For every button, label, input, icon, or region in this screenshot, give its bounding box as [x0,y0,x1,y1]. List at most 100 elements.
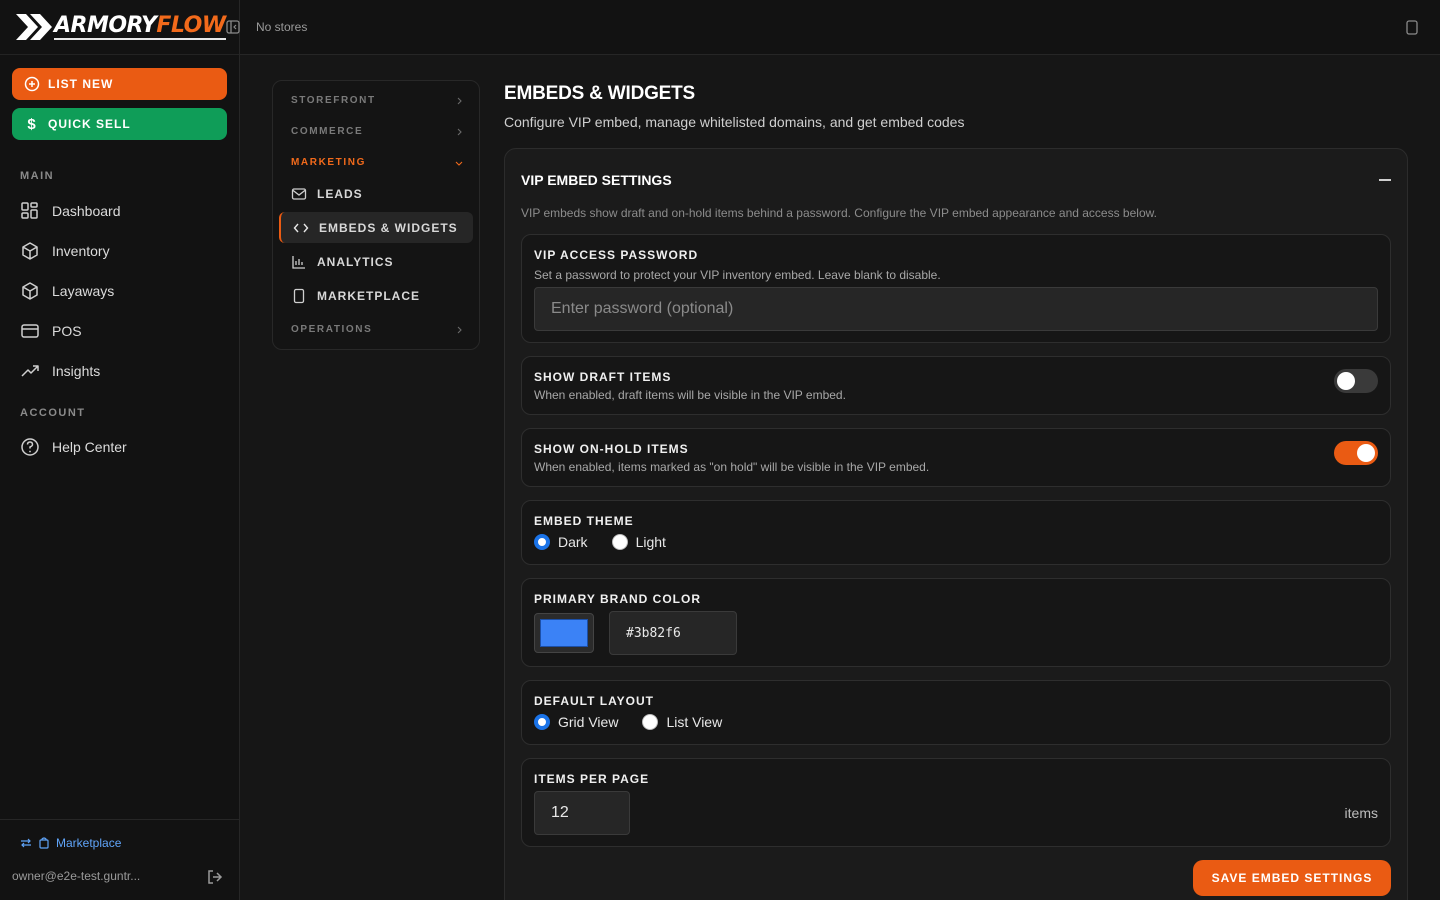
sidebar-item-dashboard[interactable]: Dashboard [12,193,227,229]
bar-chart-icon [292,255,305,269]
sidebar-item-label: Dashboard [52,203,121,219]
sidebar-item-pos[interactable]: POS [12,313,227,349]
layout-grid-label: Grid View [558,714,619,730]
show-onhold-toggle[interactable] [1334,441,1378,465]
embed-theme-card: EMBED THEME Dark Light [521,500,1391,565]
brand-color-card: PRIMARY BRAND COLOR #3b82f6 [521,578,1391,667]
sidebar-item-label: Insights [52,363,101,379]
settings-item-leads[interactable]: LEADS [279,178,473,209]
marketplace-label: Marketplace [56,836,122,850]
logout-icon[interactable] [206,868,224,886]
quick-sell-label: QUICK SELL [48,117,131,131]
shopping-bag-icon [39,837,49,849]
vip-settings-description: VIP embeds show draft and on-hold items … [521,206,1157,220]
sidebar-item-label: Inventory [52,243,110,259]
main-section-label: MAIN [20,170,55,182]
layout-list-label: List View [666,714,723,730]
save-embed-settings-button[interactable]: SAVE EMBED SETTINGS [1193,860,1391,896]
layout-grid-radio[interactable] [534,714,550,730]
settings-group-label: COMMERCE [291,126,364,137]
layout-label: DEFAULT LAYOUT [534,694,655,708]
marketplace-link[interactable]: Marketplace [20,836,121,850]
quick-sell-button[interactable]: $ QUICK SELL [12,108,227,140]
settings-item-label: EMBEDS & WIDGETS [319,220,458,235]
sidebar-item-label: POS [52,323,82,339]
dashboard-icon [21,202,38,219]
settings-item-label: LEADS [317,186,363,201]
chevron-right-icon [457,326,462,333]
theme-dark-radio[interactable] [534,534,550,550]
brand-color-label: PRIMARY BRAND COLOR [534,592,702,606]
vip-password-input[interactable] [534,287,1378,331]
theme-radio-group: Dark Light [534,534,682,550]
tablet-icon [293,288,305,303]
layout-list-option[interactable]: List View [642,714,722,730]
credit-card-icon [21,324,39,338]
settings-nav: STOREFRONT COMMERCE MARKETING LEADS EMBE… [272,80,480,350]
layout-grid-option[interactable]: Grid View [534,714,618,730]
sidebar-item-label: Layaways [52,283,115,299]
theme-label: EMBED THEME [534,514,634,528]
collapse-minus-icon[interactable] [1379,179,1391,181]
theme-light-option[interactable]: Light [611,534,666,550]
layout-radio-group: Grid View List View [534,714,738,730]
items-per-page-card: ITEMS PER PAGE 12 items [521,758,1391,847]
collapse-sidebar-icon[interactable] [226,20,240,34]
color-hex-input[interactable]: #3b82f6 [609,611,737,655]
settings-item-marketplace[interactable]: MARKETPLACE [279,280,473,311]
plus-circle-icon [24,76,40,92]
help-circle-icon [21,438,39,456]
package-icon [22,282,38,300]
chevron-right-icon [457,128,462,135]
dollar-icon: $ [27,115,37,133]
sidebar-item-help-center[interactable]: Help Center [12,429,227,465]
theme-light-label: Light [635,534,666,550]
theme-dark-option[interactable]: Dark [534,534,588,550]
sidebar-item-layaways[interactable]: Layaways [12,273,227,309]
settings-group-label: MARKETING [291,157,366,168]
vip-embed-settings-card: VIP EMBED SETTINGS VIP embeds show draft… [504,148,1408,900]
color-picker[interactable] [534,613,594,653]
settings-item-label: ANALYTICS [317,254,394,269]
list-new-button[interactable]: LIST NEW [12,68,227,100]
theme-light-radio[interactable] [611,534,628,550]
chevron-right-icon [457,97,462,104]
page-subtitle: Configure VIP embed, manage whitelisted … [504,114,965,130]
store-selector[interactable]: No stores [256,20,307,34]
device-icon[interactable] [1406,20,1418,35]
logo[interactable]: ARMORYFLOW [0,0,239,55]
page-title: EMBEDS & WIDGETS [504,83,696,104]
layout-list-radio[interactable] [642,714,659,730]
sidebar-item-insights[interactable]: Insights [12,353,227,389]
vip-settings-title: VIP EMBED SETTINGS [521,172,672,188]
settings-item-label: MARKETPLACE [317,288,420,303]
sidebar-item-label: Help Center [52,439,127,455]
sidebar: ARMORYFLOW LIST NEW $ QUICK SELL MAIN Da… [0,0,240,900]
vip-password-card: VIP ACCESS PASSWORD Set a password to pr… [521,234,1391,343]
settings-group-marketing[interactable]: MARKETING [291,157,463,168]
chevron-down-icon [455,161,463,166]
onhold-description: When enabled, items marked as "on hold" … [534,460,930,474]
mail-icon [291,187,307,200]
default-layout-card: DEFAULT LAYOUT Grid View List View [521,680,1391,745]
settings-group-commerce[interactable]: COMMERCE [291,126,463,137]
password-label: VIP ACCESS PASSWORD [534,248,699,262]
items-suffix: items [1344,805,1378,821]
show-draft-card: SHOW DRAFT ITEMS When enabled, draft ite… [521,356,1391,415]
settings-item-embeds-widgets[interactable]: EMBEDS & WIDGETS [279,212,473,243]
settings-group-label: STOREFRONT [291,95,376,106]
settings-group-operations[interactable]: OPERATIONS [291,324,463,335]
user-email: owner@e2e-test.guntr... [12,869,141,883]
settings-group-storefront[interactable]: STOREFRONT [291,95,463,106]
items-per-page-input[interactable]: 12 [534,791,630,835]
settings-group-label: OPERATIONS [291,324,373,335]
topbar: No stores [240,0,1440,55]
onhold-label: SHOW ON-HOLD ITEMS [534,442,689,456]
trending-up-icon [21,365,39,377]
settings-item-analytics[interactable]: ANALYTICS [279,246,473,277]
show-onhold-card: SHOW ON-HOLD ITEMS When enabled, items m… [521,428,1391,487]
code-icon [293,223,309,232]
show-draft-toggle[interactable] [1334,369,1378,393]
sidebar-item-inventory[interactable]: Inventory [12,233,227,269]
list-new-label: LIST NEW [48,77,114,91]
